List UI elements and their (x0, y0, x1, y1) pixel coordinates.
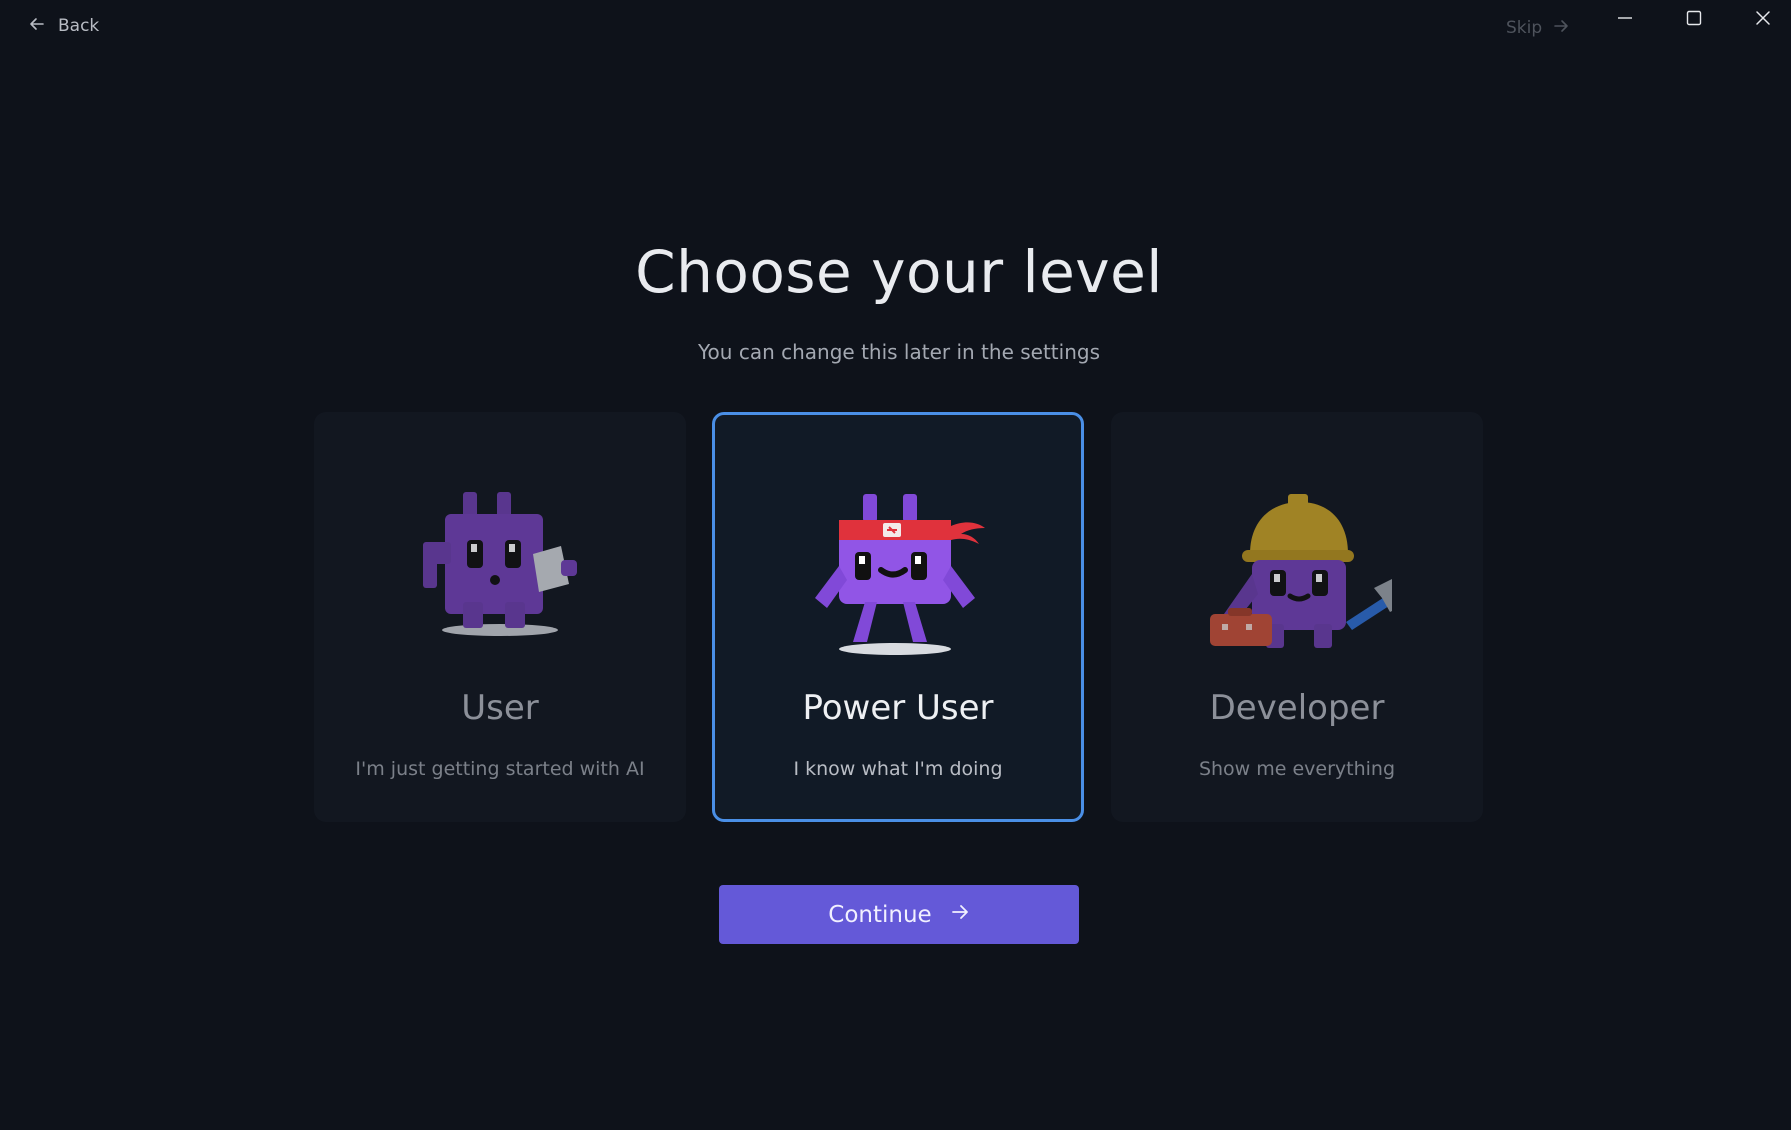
arrow-left-icon (28, 15, 46, 38)
onboarding-window: Back Skip Choose your level You can chan… (0, 0, 1791, 1130)
close-icon (1754, 9, 1772, 31)
arrow-right-icon (950, 902, 970, 928)
level-card-power-user[interactable]: Power User I know what I'm doing (712, 412, 1084, 822)
page-title: Choose your level (635, 238, 1163, 306)
skip-label: Skip (1506, 18, 1543, 38)
maximize-icon (1685, 9, 1703, 31)
continue-button[interactable]: Continue (719, 885, 1079, 944)
level-card-user[interactable]: User I'm just getting started with AI (314, 412, 686, 822)
close-button[interactable] (1729, 0, 1791, 40)
level-title: User (461, 688, 539, 728)
level-title: Developer (1209, 688, 1385, 728)
page-subtitle: You can change this later in the setting… (698, 340, 1100, 364)
level-description: Show me everything (1198, 758, 1396, 780)
back-button[interactable]: Back (22, 12, 105, 40)
level-card-developer[interactable]: Developer Show me everything (1111, 412, 1483, 822)
minimize-icon (1616, 9, 1634, 31)
level-description: I know what I'm doing (793, 758, 1003, 780)
ninja-headband-mascot-icon (803, 492, 993, 662)
continue-label: Continue (828, 901, 932, 928)
back-label: Back (58, 16, 100, 36)
maximize-button[interactable] (1660, 0, 1728, 40)
hard-hat-hammer-mascot-icon (1202, 492, 1402, 662)
level-title: Power User (802, 688, 994, 728)
minimize-button[interactable] (1591, 0, 1659, 40)
purple-robot-mascot-icon (405, 492, 595, 662)
skip-button[interactable]: Skip (1506, 14, 1570, 42)
arrow-right-icon (1552, 17, 1570, 40)
level-description: I'm just getting started with AI (355, 758, 645, 780)
